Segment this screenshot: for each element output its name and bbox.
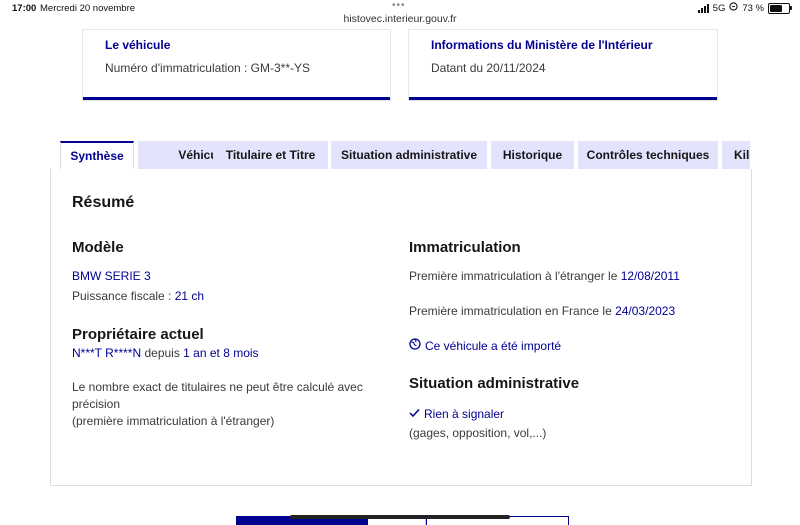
signal-icon <box>697 3 709 13</box>
imported-link[interactable]: Ce véhicule a été importé <box>409 338 561 353</box>
foreign-registration-label: Première immatriculation à l'étranger le <box>409 269 621 283</box>
owner-note-line3: (première immatriculation à l'étranger) <box>72 414 275 428</box>
owner-note-line2: précision <box>72 397 121 411</box>
admin-heading: Situation administrative <box>409 375 580 392</box>
fiscal-power: Puissance fiscale : 21 ch <box>72 289 204 303</box>
tab-situation-administrative[interactable]: Situation administrative <box>331 141 487 169</box>
france-registration-date: 24/03/2023 <box>615 304 676 318</box>
tab-bar: Synthèse Véhicule Titulaire et Titre Sit… <box>60 141 750 169</box>
admin-detail: (gages, opposition, vol,...) <box>409 426 547 440</box>
foreign-registration-date: 12/08/2011 <box>620 269 680 283</box>
tab-titulaire[interactable]: Titulaire et Titre <box>213 141 328 169</box>
globe-icon <box>409 338 421 353</box>
home-indicator[interactable] <box>290 515 510 519</box>
vehicle-card: Le véhicule Numéro d'immatriculation : G… <box>83 30 390 100</box>
network-label: 5G <box>712 2 726 14</box>
imported-link-label[interactable]: Ce véhicule a été importé <box>425 339 561 353</box>
model-heading: Modèle <box>72 239 124 256</box>
owner-since-label: depuis <box>141 346 184 360</box>
tab-kilometrage[interactable]: Kilométrage <box>722 141 750 169</box>
multitasking-dots[interactable]: ••• <box>392 0 406 11</box>
battery-percent: 73 % <box>742 2 764 14</box>
owner-note-line1: Le nombre exact de titulaires ne peut êt… <box>72 380 363 394</box>
vehicle-card-title: Le véhicule <box>105 38 171 52</box>
fiscal-power-value: 21 ch <box>174 289 205 303</box>
owner-line: N***T R****N depuis 1 an et 8 mois <box>72 346 259 360</box>
ministry-card-title: Informations du Ministère de l'Intérieur <box>431 38 653 52</box>
url-bar[interactable]: histovec.interieur.gouv.fr <box>0 13 800 25</box>
vehicle-card-plate: Numéro d'immatriculation : GM-3**-YS <box>105 61 311 75</box>
owner-heading: Propriétaire actuel <box>72 326 204 343</box>
fiscal-power-label: Puissance fiscale : <box>72 289 175 303</box>
admin-status: Rien à signaler <box>409 407 504 421</box>
admin-status-label: Rien à signaler <box>424 407 505 421</box>
owner-since-value: 1 an et 8 mois <box>183 346 259 360</box>
ministry-card-date: Datant du 20/11/2024 <box>431 61 546 75</box>
tab-synthese[interactable]: Synthèse <box>60 141 134 169</box>
foreign-registration: Première immatriculation à l'étranger le… <box>409 269 680 283</box>
check-icon <box>409 407 420 421</box>
france-registration: Première immatriculation en France le 24… <box>409 304 675 318</box>
tab-historique[interactable]: Historique <box>491 141 574 169</box>
registration-heading: Immatriculation <box>409 239 521 256</box>
model-name: BMW SERIE 3 <box>72 269 151 283</box>
owner-name: N***T R****N <box>72 346 142 360</box>
ministry-card: Informations du Ministère de l'Intérieur… <box>409 30 717 100</box>
france-registration-label: Première immatriculation en France le <box>409 304 616 318</box>
summary-title: Résumé <box>72 194 135 211</box>
tab-controles-techniques[interactable]: Contrôles techniques <box>578 141 718 169</box>
battery-icon <box>768 2 792 14</box>
